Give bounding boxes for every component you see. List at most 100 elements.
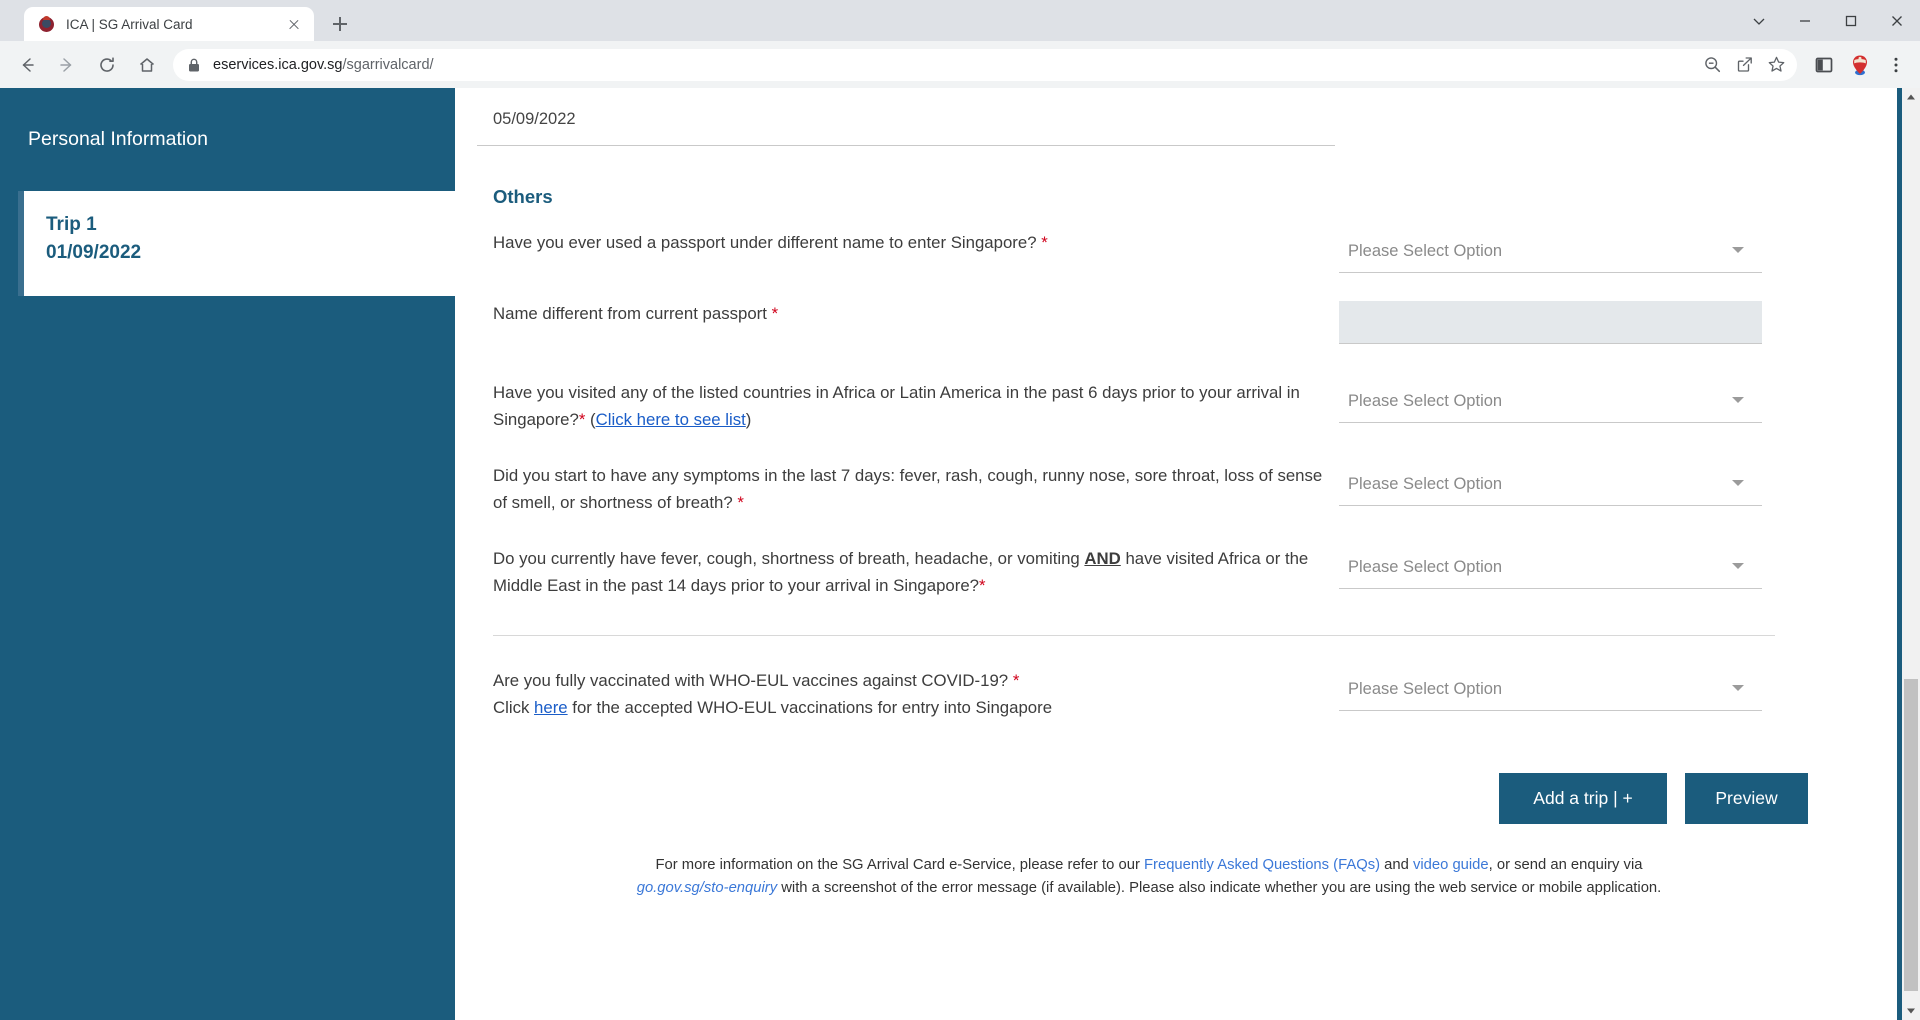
minimize-icon[interactable] [1782, 0, 1828, 41]
select-placeholder: Please Select Option [1348, 474, 1503, 493]
browser-window: ICA | SG Arrival Card eservices.ica.gov.… [0, 0, 1920, 1020]
chevron-down-icon [1732, 247, 1744, 253]
question-field: Please Select Option [1339, 668, 1857, 712]
scrollbar-track[interactable] [1902, 106, 1920, 1002]
question-text: Are you fully vaccinated with WHO-EUL va… [493, 671, 1009, 691]
sidebar-title: Personal Information [28, 128, 208, 150]
lock-icon [187, 57, 201, 73]
question-label-symptoms-last-7-days: Did you start to have any symptoms in th… [477, 463, 1339, 516]
reload-icon[interactable] [90, 48, 124, 82]
question-row: Did you start to have any symptoms in th… [477, 463, 1857, 516]
footer-text-b: and [1380, 857, 1413, 874]
select-symptoms-last-7-days[interactable]: Please Select Option [1339, 463, 1762, 507]
question-row: Have you ever used a passport under diff… [477, 230, 1857, 273]
question-row: Have you visited any of the listed count… [477, 380, 1857, 433]
chevron-down-icon [1732, 563, 1744, 570]
question-label-fully-vaccinated-who-eul: Are you fully vaccinated with WHO-EUL va… [477, 668, 1339, 721]
page-scrollbar[interactable] [1902, 88, 1920, 1020]
select-fully-vaccinated-who-eul[interactable]: Please Select Option [1339, 668, 1762, 712]
required-asterisk: * [737, 492, 744, 512]
link-faqs[interactable]: Frequently Asked Questions (FAQs) [1144, 857, 1380, 873]
page-footer: For more information on the SG Arrival C… [477, 854, 1857, 900]
required-asterisk: * [1041, 233, 1048, 252]
section-title-others: Others [493, 186, 553, 207]
questions-grid: Have you ever used a passport under diff… [477, 230, 1857, 721]
scrollbar-thumb[interactable] [1904, 679, 1918, 991]
select-placeholder: Please Select Option [1348, 557, 1503, 576]
footer-text-d: with a screenshot of the error message (… [777, 880, 1662, 897]
select-placeholder: Please Select Option [1348, 241, 1503, 260]
chrome-menu-icon[interactable] [1879, 48, 1913, 82]
browser-tab[interactable]: ICA | SG Arrival Card [24, 7, 314, 41]
link-who-eul-vaccines[interactable]: here [534, 698, 568, 717]
question-field [1339, 301, 1857, 344]
input-name-different-from-passport[interactable] [1339, 301, 1762, 344]
question-text: Name different from current passport [493, 304, 767, 323]
close-tab-icon[interactable] [284, 14, 304, 34]
required-asterisk: * [978, 575, 986, 595]
link-country-list[interactable]: Click here to see list [596, 410, 746, 429]
paren-open: ( [585, 409, 596, 429]
bookmark-star-icon[interactable] [1761, 50, 1791, 80]
url-path: /sgarrivalcard/ [342, 56, 434, 73]
question-field: Please Select Option [1339, 230, 1857, 273]
forward-icon[interactable] [50, 48, 84, 82]
tab-title: ICA | SG Arrival Card [66, 16, 193, 32]
footer-text-a: For more information on the SG Arrival C… [655, 857, 1144, 874]
page-viewport: Personal Information Trip 1 01/09/2022 0… [0, 88, 1920, 1020]
share-icon[interactable] [1729, 50, 1759, 80]
date-field-row: 05/09/2022 [477, 88, 1857, 146]
browser-toolbar: eservices.ica.gov.sg/sgarrivalcard/ [0, 41, 1920, 88]
maximize-icon[interactable] [1828, 0, 1874, 41]
departure-date-value[interactable]: 05/09/2022 [477, 110, 1335, 146]
back-icon[interactable] [10, 48, 44, 82]
question-label-current-symptoms-and-travel: Do you currently have fever, cough, shor… [477, 546, 1339, 599]
action-buttons: Add a trip | + Preview [477, 773, 1857, 825]
profile-avatar-icon[interactable] [1843, 48, 1877, 82]
chevron-down-icon [1732, 397, 1744, 403]
select-current-symptoms-and-travel[interactable]: Please Select Option [1339, 546, 1762, 590]
question-text: Do you currently have fever, cough, shor… [493, 549, 1085, 569]
avatar [1849, 54, 1871, 76]
vaccination-note-prefix: Click [493, 697, 535, 717]
home-icon[interactable] [130, 48, 164, 82]
question-text: Did you start to have any symptoms in th… [493, 466, 1323, 512]
url-text: eservices.ica.gov.sg/sgarrivalcard/ [213, 57, 1695, 73]
vaccination-note-suffix: for the accepted WHO-EUL vaccinations fo… [567, 697, 1053, 717]
chevron-down-icon [1732, 685, 1744, 692]
add-trip-button[interactable]: Add a trip | + [1499, 773, 1667, 825]
scroll-down-arrow-icon[interactable] [1902, 1002, 1920, 1020]
select-placeholder: Please Select Option [1348, 679, 1503, 698]
select-visited-africa-latin-america[interactable]: Please Select Option [1339, 380, 1762, 423]
address-bar[interactable]: eservices.ica.gov.sg/sgarrivalcard/ [173, 48, 1797, 81]
question-text: Have you ever used a passport under diff… [493, 233, 1037, 252]
close-window-icon[interactable] [1874, 0, 1920, 41]
required-asterisk: * [771, 304, 779, 323]
url-domain: eservices.ica.gov.sg [213, 56, 343, 73]
link-video-guide[interactable]: video guide [1413, 857, 1489, 873]
form-sidebar: Personal Information Trip 1 01/09/2022 [0, 88, 458, 1020]
question-label-name-different-from-passport: Name different from current passport * [477, 301, 1339, 328]
paren-close: ) [745, 409, 752, 429]
minimize-chevron-icon[interactable] [1736, 0, 1782, 41]
sidebar-item-trip-1[interactable]: Trip 1 01/09/2022 [18, 191, 458, 296]
zoom-out-icon[interactable] [1697, 50, 1727, 80]
new-tab-icon[interactable] [325, 9, 355, 39]
link-sto-enquiry[interactable]: go.gov.sg/sto-enquiry [637, 880, 777, 896]
side-panel-icon[interactable] [1807, 48, 1841, 82]
question-field: Please Select Option [1339, 380, 1857, 423]
footer-text-c: , or send an enquiry via [1488, 857, 1643, 874]
trip-name: Trip 1 [46, 214, 97, 235]
tab-strip: ICA | SG Arrival Card [0, 0, 1920, 41]
and-emphasis: AND [1084, 549, 1121, 569]
question-label-visited-africa-latin-america: Have you visited any of the listed count… [477, 380, 1339, 433]
sg-arrival-card-page: Personal Information Trip 1 01/09/2022 0… [0, 88, 1902, 1020]
question-row: Do you currently have fever, cough, shor… [477, 546, 1857, 599]
preview-button[interactable]: Preview [1685, 773, 1808, 825]
scroll-up-arrow-icon[interactable] [1902, 88, 1920, 106]
question-label-passport-different-name: Have you ever used a passport under diff… [477, 230, 1339, 257]
question-field: Please Select Option [1339, 463, 1857, 507]
select-passport-different-name[interactable]: Please Select Option [1339, 230, 1762, 273]
window-controls [1736, 0, 1920, 41]
section-divider [493, 635, 1775, 637]
